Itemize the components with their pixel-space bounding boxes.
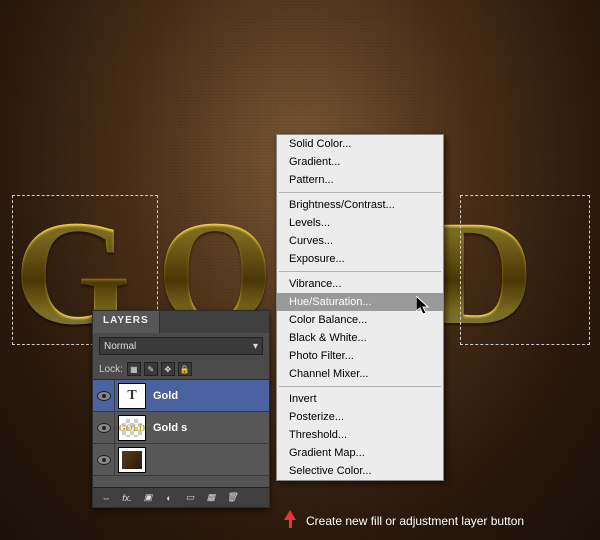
menu-item-curves[interactable]: Curves... — [277, 232, 443, 250]
menu-item-pattern[interactable]: Pattern... — [277, 171, 443, 189]
menu-item-gradient-map[interactable]: Gradient Map... — [277, 444, 443, 462]
lock-paint-icon[interactable]: ✎ — [144, 362, 158, 376]
visibility-toggle[interactable] — [93, 380, 115, 411]
eye-icon — [97, 455, 111, 465]
layer-row[interactable]: GOLD Gold s — [93, 412, 269, 444]
menu-item-gradient[interactable]: Gradient... — [277, 153, 443, 171]
blend-mode-value: Normal — [104, 341, 136, 352]
menu-item-threshold[interactable]: Threshold... — [277, 426, 443, 444]
layer-thumbnail[interactable]: GOLD — [119, 416, 145, 440]
lock-all-icon[interactable]: 🔒 — [178, 362, 192, 376]
new-layer-icon[interactable]: ▦ — [204, 492, 218, 504]
layer-list: T Gold GOLD Gold s — [93, 380, 269, 476]
layer-name[interactable]: Gold — [149, 390, 269, 402]
adjustment-context-menu: Solid Color... Gradient... Pattern... Br… — [276, 134, 444, 481]
visibility-toggle[interactable] — [93, 444, 115, 475]
chevron-down-icon: ▾ — [253, 341, 258, 352]
fx-icon[interactable]: fx. — [120, 492, 134, 504]
blend-mode-select[interactable]: Normal ▾ — [99, 337, 263, 355]
layers-panel: LAYERS Normal ▾ Lock: ▦ ✎ ✥ 🔒 T Gold GOL… — [92, 310, 270, 508]
layer-row[interactable]: T Gold — [93, 380, 269, 412]
layer-thumbnail[interactable] — [119, 448, 145, 472]
mask-icon[interactable]: ▣ — [141, 492, 155, 504]
menu-item-photo-filter[interactable]: Photo Filter... — [277, 347, 443, 365]
menu-item-vibrance[interactable]: Vibrance... — [277, 275, 443, 293]
lock-transparent-icon[interactable]: ▦ — [127, 362, 141, 376]
menu-item-levels[interactable]: Levels... — [277, 214, 443, 232]
eye-icon — [97, 423, 111, 433]
lock-label: Lock: — [99, 364, 123, 375]
layer-name[interactable]: Gold s — [149, 422, 269, 434]
menu-separator — [279, 386, 441, 387]
lock-move-icon[interactable]: ✥ — [161, 362, 175, 376]
menu-item-hue-saturation[interactable]: Hue/Saturation... — [277, 293, 443, 311]
menu-item-solid-color[interactable]: Solid Color... — [277, 135, 443, 153]
menu-separator — [279, 192, 441, 193]
adjustment-layer-icon[interactable]: ◐ — [162, 492, 176, 504]
callout-arrow-icon — [283, 510, 297, 528]
menu-item-invert[interactable]: Invert — [277, 390, 443, 408]
tab-layers[interactable]: LAYERS — [93, 311, 160, 333]
layers-panel-footer: ⇔ fx. ▣ ◐ ▭ ▦ 🗑 — [93, 487, 269, 507]
menu-item-brightness[interactable]: Brightness/Contrast... — [277, 196, 443, 214]
menu-item-black-white[interactable]: Black & White... — [277, 329, 443, 347]
menu-item-color-balance[interactable]: Color Balance... — [277, 311, 443, 329]
menu-separator — [279, 271, 441, 272]
layer-row[interactable] — [93, 444, 269, 476]
trash-icon[interactable]: 🗑 — [225, 492, 239, 504]
link-icon[interactable]: ⇔ — [99, 492, 113, 504]
menu-item-posterize[interactable]: Posterize... — [277, 408, 443, 426]
menu-item-exposure[interactable]: Exposure... — [277, 250, 443, 268]
menu-item-channel-mixer[interactable]: Channel Mixer... — [277, 365, 443, 383]
layer-thumbnail[interactable]: T — [119, 384, 145, 408]
menu-item-selective-color[interactable]: Selective Color... — [277, 462, 443, 480]
eye-icon — [97, 391, 111, 401]
callout-text: Create new fill or adjustment layer butt… — [306, 514, 524, 528]
visibility-toggle[interactable] — [93, 412, 115, 443]
folder-icon[interactable]: ▭ — [183, 492, 197, 504]
